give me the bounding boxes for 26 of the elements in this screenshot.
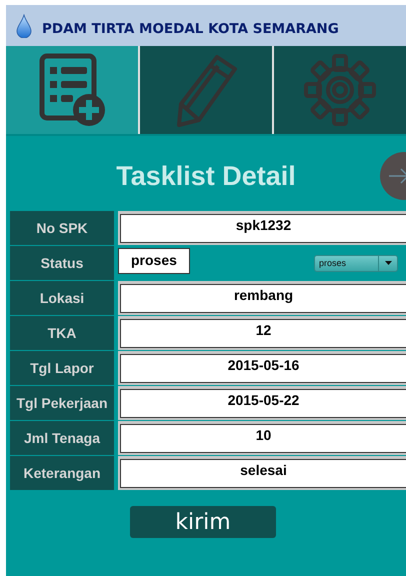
text-field[interactable]: 12 [120, 319, 406, 348]
status-dropdown[interactable]: proses [314, 254, 398, 272]
text-field[interactable]: 10 [120, 424, 406, 453]
text-field[interactable]: 2015-05-16 [120, 354, 406, 383]
checklist-add-icon [39, 53, 105, 127]
submit-button[interactable]: kirim [130, 506, 276, 538]
field-label: Lokasi [10, 281, 114, 315]
nav-tab[interactable] [6, 46, 138, 134]
text-field[interactable]: spk1232 [120, 214, 406, 243]
text-field[interactable]: 2015-05-22 [120, 389, 406, 418]
field-label: Tgl Lapor [10, 351, 114, 385]
field-label: TKA [10, 316, 114, 350]
field-label: Keterangan [10, 456, 114, 490]
gear-icon [302, 52, 378, 128]
caret-icon [384, 261, 392, 265]
app-title: PDAM TIRTA MOEDAL KOTA SEMARANG [42, 20, 339, 36]
field-label: Status [10, 246, 114, 280]
text-field[interactable]: selesai [120, 459, 406, 488]
arrow-right-icon [388, 168, 406, 184]
field-label: Tgl Pekerjaan [10, 386, 114, 420]
water-drop-icon [16, 14, 32, 38]
field-label: No SPK [10, 211, 114, 245]
page-title: Tasklist Detail [116, 160, 296, 192]
text-field[interactable]: proses [118, 248, 190, 274]
field-label: Jml Tenaga [10, 421, 114, 455]
text-field[interactable]: rembang [120, 284, 406, 313]
